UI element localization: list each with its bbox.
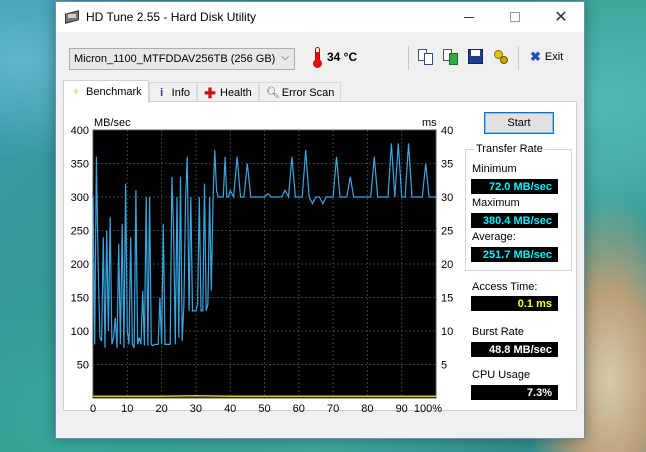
y2-tick-label: 5 xyxy=(441,360,447,372)
average-value: 251.7 MB/sec xyxy=(471,247,558,262)
maximum-value: 380.4 MB/sec xyxy=(471,213,558,228)
hdtune-app-icon xyxy=(64,9,80,25)
tab-label: Health xyxy=(220,87,252,99)
maximize-button[interactable] xyxy=(492,2,538,32)
cpu-usage-value: 7.3% xyxy=(471,385,558,400)
average-label: Average: xyxy=(472,231,516,243)
exit-icon: ✖ xyxy=(530,49,541,64)
chart-svg: MB/sec ms50100150200250300350400510152025… xyxy=(71,117,454,412)
y-tick-label: 50 xyxy=(77,360,89,372)
toolbar-separator xyxy=(518,46,519,70)
tab-strip: ♀ Benchmark i Info ✚ Health 🔍︎ Error Sca… xyxy=(63,80,342,103)
tab-label: Error Scan xyxy=(281,87,335,99)
access-time-line xyxy=(93,394,436,398)
x-tick-label: 50 xyxy=(258,403,270,412)
x-tick-label: 0 xyxy=(90,403,96,412)
exit-button[interactable]: ✖ Exit xyxy=(530,49,563,65)
y-tick-label: 400 xyxy=(71,125,89,137)
chevron-down-icon: ⌵ xyxy=(281,52,289,63)
save-icon[interactable] xyxy=(467,48,485,66)
maximize-icon xyxy=(510,12,520,22)
start-button[interactable]: Start xyxy=(484,112,554,134)
x-tick-label: 20 xyxy=(155,403,167,412)
tab-label: Info xyxy=(171,87,190,99)
title-bar[interactable]: HD Tune 2.55 - Hard Disk Utility ✕ xyxy=(56,2,584,32)
minimum-value: 72.0 MB/sec xyxy=(471,179,558,194)
window-title: HD Tune 2.55 - Hard Disk Utility xyxy=(86,10,257,24)
thermometer-icon xyxy=(313,47,322,68)
minimize-button[interactable] xyxy=(446,2,492,32)
tab-error-scan[interactable]: 🔍︎ Error Scan xyxy=(258,82,342,103)
tab-benchmark[interactable]: ♀ Benchmark xyxy=(63,80,149,103)
close-button[interactable]: ✕ xyxy=(538,2,584,32)
tab-info[interactable]: i Info xyxy=(148,82,197,103)
tab-health[interactable]: ✚ Health xyxy=(197,82,259,103)
y2-tick-label: 20 xyxy=(441,259,453,271)
x-tick-label: 40 xyxy=(224,403,236,412)
copy-screenshot-icon[interactable] xyxy=(442,48,460,66)
drive-select-value: Micron_1100_MTFDDAV256TB (256 GB) xyxy=(74,53,276,65)
y2-tick-label: 10 xyxy=(441,326,453,338)
close-icon: ✕ xyxy=(554,9,568,26)
left-axis-unit: MB/sec xyxy=(94,117,131,129)
y2-tick-label: 40 xyxy=(441,125,453,137)
info-icon: i xyxy=(160,87,164,99)
app-window: HD Tune 2.55 - Hard Disk Utility ✕ Micro… xyxy=(55,1,585,439)
exit-label: Exit xyxy=(544,51,564,63)
cpu-usage-label: CPU Usage xyxy=(472,369,531,381)
minimize-icon xyxy=(464,16,474,18)
x-tick-label: 80 xyxy=(361,403,373,412)
x-tick-label: 60 xyxy=(293,403,305,412)
temperature-value: 34 °C xyxy=(327,50,358,64)
tab-label: Benchmark xyxy=(86,86,142,98)
copy-text-icon[interactable] xyxy=(417,48,435,66)
transfer-rate-label: Transfer Rate xyxy=(474,143,545,155)
x-tick-label: 30 xyxy=(190,403,202,412)
minimum-label: Minimum xyxy=(472,163,517,175)
access-time-label: Access Time: xyxy=(472,281,538,293)
toolbar-separator xyxy=(408,46,409,70)
x-tick-label: 70 xyxy=(327,403,339,412)
y-tick-label: 250 xyxy=(71,226,89,238)
x-tick-label: 100% xyxy=(414,403,442,412)
access-time-value: 0.1 ms xyxy=(471,296,558,311)
transfer-rate-group: Transfer Rate Minimum 72.0 MB/sec Maximu… xyxy=(465,143,572,271)
temperature-display: 34 °C xyxy=(313,47,358,68)
y-tick-label: 200 xyxy=(71,259,89,271)
maximum-label: Maximum xyxy=(472,197,520,209)
benchmark-panel: MB/sec ms 50 100 150 200 250 300 350 400 5 10 15 20 25… xyxy=(63,101,577,412)
burst-rate-label: Burst Rate xyxy=(472,326,524,338)
y2-tick-label: 30 xyxy=(441,192,453,204)
x-tick-label: 90 xyxy=(396,403,408,412)
burst-rate-value: 48.8 MB/sec xyxy=(471,342,558,357)
y-tick-label: 350 xyxy=(71,159,89,171)
health-cross-icon: ✚ xyxy=(204,85,216,101)
options-icon[interactable] xyxy=(492,48,510,66)
y2-tick-label: 15 xyxy=(441,293,453,305)
y-tick-label: 300 xyxy=(71,192,89,204)
benchmark-chart: MB/sec ms 50 100 150 200 250 300 350 400 5 10 15 20 25… xyxy=(64,102,464,412)
right-axis-unit: ms xyxy=(422,117,437,129)
drive-select[interactable]: Micron_1100_MTFDDAV256TB (256 GB) ⌵ xyxy=(69,48,295,70)
y-tick-label: 100 xyxy=(71,326,89,338)
lightbulb-icon: ♀ xyxy=(71,86,81,98)
toolbar: Micron_1100_MTFDDAV256TB (256 GB) ⌵ 34 °… xyxy=(56,38,584,74)
y2-tick-label: 25 xyxy=(441,226,453,238)
x-tick-label: 10 xyxy=(121,403,133,412)
y2-tick-label: 35 xyxy=(441,159,453,171)
y-tick-label: 150 xyxy=(71,293,89,305)
magnifier-icon: 🔍︎ xyxy=(265,87,280,99)
